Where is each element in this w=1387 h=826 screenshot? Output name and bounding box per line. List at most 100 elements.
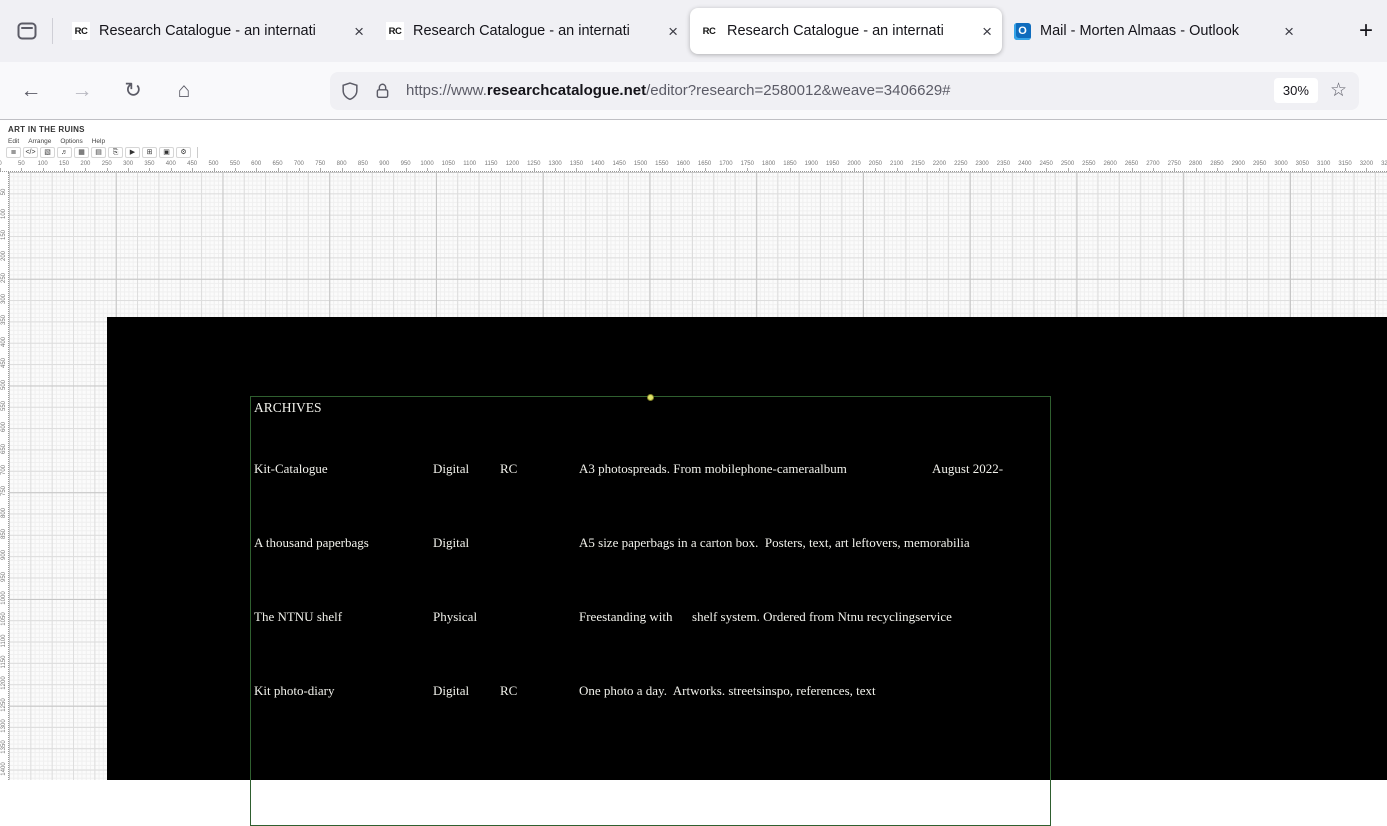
ruler-label: 2900 <box>1232 161 1245 167</box>
ruler-label: 150 <box>59 161 69 167</box>
ruler-tick <box>1132 168 1133 171</box>
ruler-tick <box>641 168 642 171</box>
ruler-label: 1700 <box>719 161 732 167</box>
ruler-tick <box>320 168 321 171</box>
close-icon[interactable]: × <box>354 23 364 40</box>
ruler-tick <box>961 168 962 171</box>
forward-button[interactable]: → <box>65 74 99 108</box>
ruler-label: 600 <box>1 416 7 438</box>
ruler-label: 650 <box>1 438 7 460</box>
ruler-label: 1400 <box>591 161 604 167</box>
ruler-tick <box>833 168 834 171</box>
ruler-label: 450 <box>187 161 197 167</box>
ruler-label: 0 <box>0 161 2 167</box>
browser-tab[interactable]: RCResearch Catalogue - an internati× <box>376 8 688 54</box>
ruler-tick <box>1025 168 1026 171</box>
ruler-tick <box>342 168 343 171</box>
ruler-label: 300 <box>1 288 7 310</box>
ruler-label: 2000 <box>847 161 860 167</box>
cell-desc: One photo a day. Artworks. streetsinspo,… <box>579 683 932 699</box>
menu-options[interactable]: Options <box>60 138 82 145</box>
grid-tool-icon[interactable]: ⊞ <box>142 147 157 158</box>
note-tool-icon[interactable]: ▣ <box>159 147 174 158</box>
ruler-tick <box>918 168 919 171</box>
ruler-label: 900 <box>1 544 7 566</box>
zoom-level-badge[interactable]: 30% <box>1274 78 1318 103</box>
shield-icon[interactable] <box>340 81 360 101</box>
ruler-label: 500 <box>1 374 7 396</box>
address-bar[interactable]: https://www.researchcatalogue.net/editor… <box>330 72 1359 110</box>
shape-tool-icon[interactable]: ⚙ <box>176 147 191 158</box>
close-icon[interactable]: × <box>1284 23 1294 40</box>
firefox-view-button[interactable] <box>12 16 42 46</box>
ruler-label: 600 <box>251 161 261 167</box>
page-canvas[interactable]: ARCHIVES Kit-CatalogueDigitalRCA3 photos… <box>107 317 1387 780</box>
lock-icon[interactable] <box>373 81 392 101</box>
ruler-label: 1550 <box>655 161 668 167</box>
tab-title: Mail - Morten Almaas - Outlook <box>1040 23 1278 39</box>
slideshow-tool-icon[interactable]: ▤ <box>91 147 106 158</box>
text-block[interactable]: ARCHIVES Kit-CatalogueDigitalRCA3 photos… <box>250 396 1051 826</box>
cell-type: Digital <box>433 683 500 699</box>
ruler-label: 800 <box>1 502 7 524</box>
ruler-label: 2300 <box>975 161 988 167</box>
ruler-label: 2600 <box>1104 161 1117 167</box>
ruler-tick <box>1068 168 1069 171</box>
block-heading: ARCHIVES <box>254 400 322 416</box>
picture-tool-icon[interactable]: ▧ <box>40 147 55 158</box>
ruler-tick <box>747 168 748 171</box>
ruler-tick <box>555 168 556 171</box>
cell-type: Digital <box>433 461 500 477</box>
bookmark-star-icon[interactable]: ☆ <box>1330 79 1347 102</box>
ruler-label: 2050 <box>869 161 882 167</box>
selection-handle[interactable] <box>647 394 654 401</box>
ruler-tick <box>1345 168 1346 171</box>
menu-arrange[interactable]: Arrange <box>28 138 51 145</box>
ruler-label: 850 <box>1 523 7 545</box>
ruler-tick <box>1217 168 1218 171</box>
ruler-label: 400 <box>166 161 176 167</box>
html-tool-icon[interactable]: </> <box>23 147 38 158</box>
cell-date <box>932 683 1048 699</box>
browser-tab[interactable]: RCResearch Catalogue - an internati× <box>690 8 1002 54</box>
archive-row: Kit-CatalogueDigitalRCA3 photospreads. F… <box>254 461 1048 477</box>
ruler-tick <box>0 168 1 171</box>
cell-title: The NTNU shelf <box>254 609 433 625</box>
menu-help[interactable]: Help <box>92 138 105 145</box>
ruler-tick <box>107 168 108 171</box>
new-tab-button[interactable]: + <box>1351 16 1381 46</box>
cell-rc: RC <box>500 461 579 477</box>
browser-tab[interactable]: OMail - Morten Almaas - Outlook× <box>1004 8 1304 54</box>
pdf-tool-icon[interactable]: ⎘ <box>108 147 123 158</box>
ruler-tick <box>256 168 257 171</box>
cell-desc: A3 photospreads. From mobilephone-camera… <box>579 461 932 477</box>
browser-tab[interactable]: RCResearch Catalogue - an internati× <box>62 8 374 54</box>
ruler-label: 350 <box>144 161 154 167</box>
ruler-tick <box>769 168 770 171</box>
ruler-label: 2850 <box>1210 161 1223 167</box>
ruler-tick <box>299 168 300 171</box>
ruler-label: 150 <box>1 224 7 246</box>
ruler-label: 2200 <box>933 161 946 167</box>
menu-edit[interactable]: Edit <box>8 138 19 145</box>
ruler-label: 2350 <box>997 161 1010 167</box>
ruler-label: 750 <box>315 161 325 167</box>
back-button[interactable]: ← <box>14 74 48 108</box>
video-tool-icon[interactable]: ▦ <box>74 147 89 158</box>
text-tool-icon[interactable]: ≣ <box>6 147 21 158</box>
ruler-tick <box>128 168 129 171</box>
ruler-label: 3000 <box>1274 161 1287 167</box>
audio-tool-icon[interactable]: ♬ <box>57 147 72 158</box>
ruler-label: 2250 <box>954 161 967 167</box>
cell-date <box>932 535 1048 551</box>
ruler-label: 1150 <box>1 651 7 673</box>
home-button[interactable]: ⌂ <box>167 74 201 108</box>
cell-rc <box>500 609 579 625</box>
reload-button[interactable]: ↻ <box>116 74 150 108</box>
close-icon[interactable]: × <box>668 23 678 40</box>
play-tool-icon[interactable]: ▶ <box>125 147 140 158</box>
ruler-label: 200 <box>1 245 7 267</box>
ruler-tick <box>214 168 215 171</box>
close-icon[interactable]: × <box>982 23 992 40</box>
ruler-label: 2500 <box>1061 161 1074 167</box>
